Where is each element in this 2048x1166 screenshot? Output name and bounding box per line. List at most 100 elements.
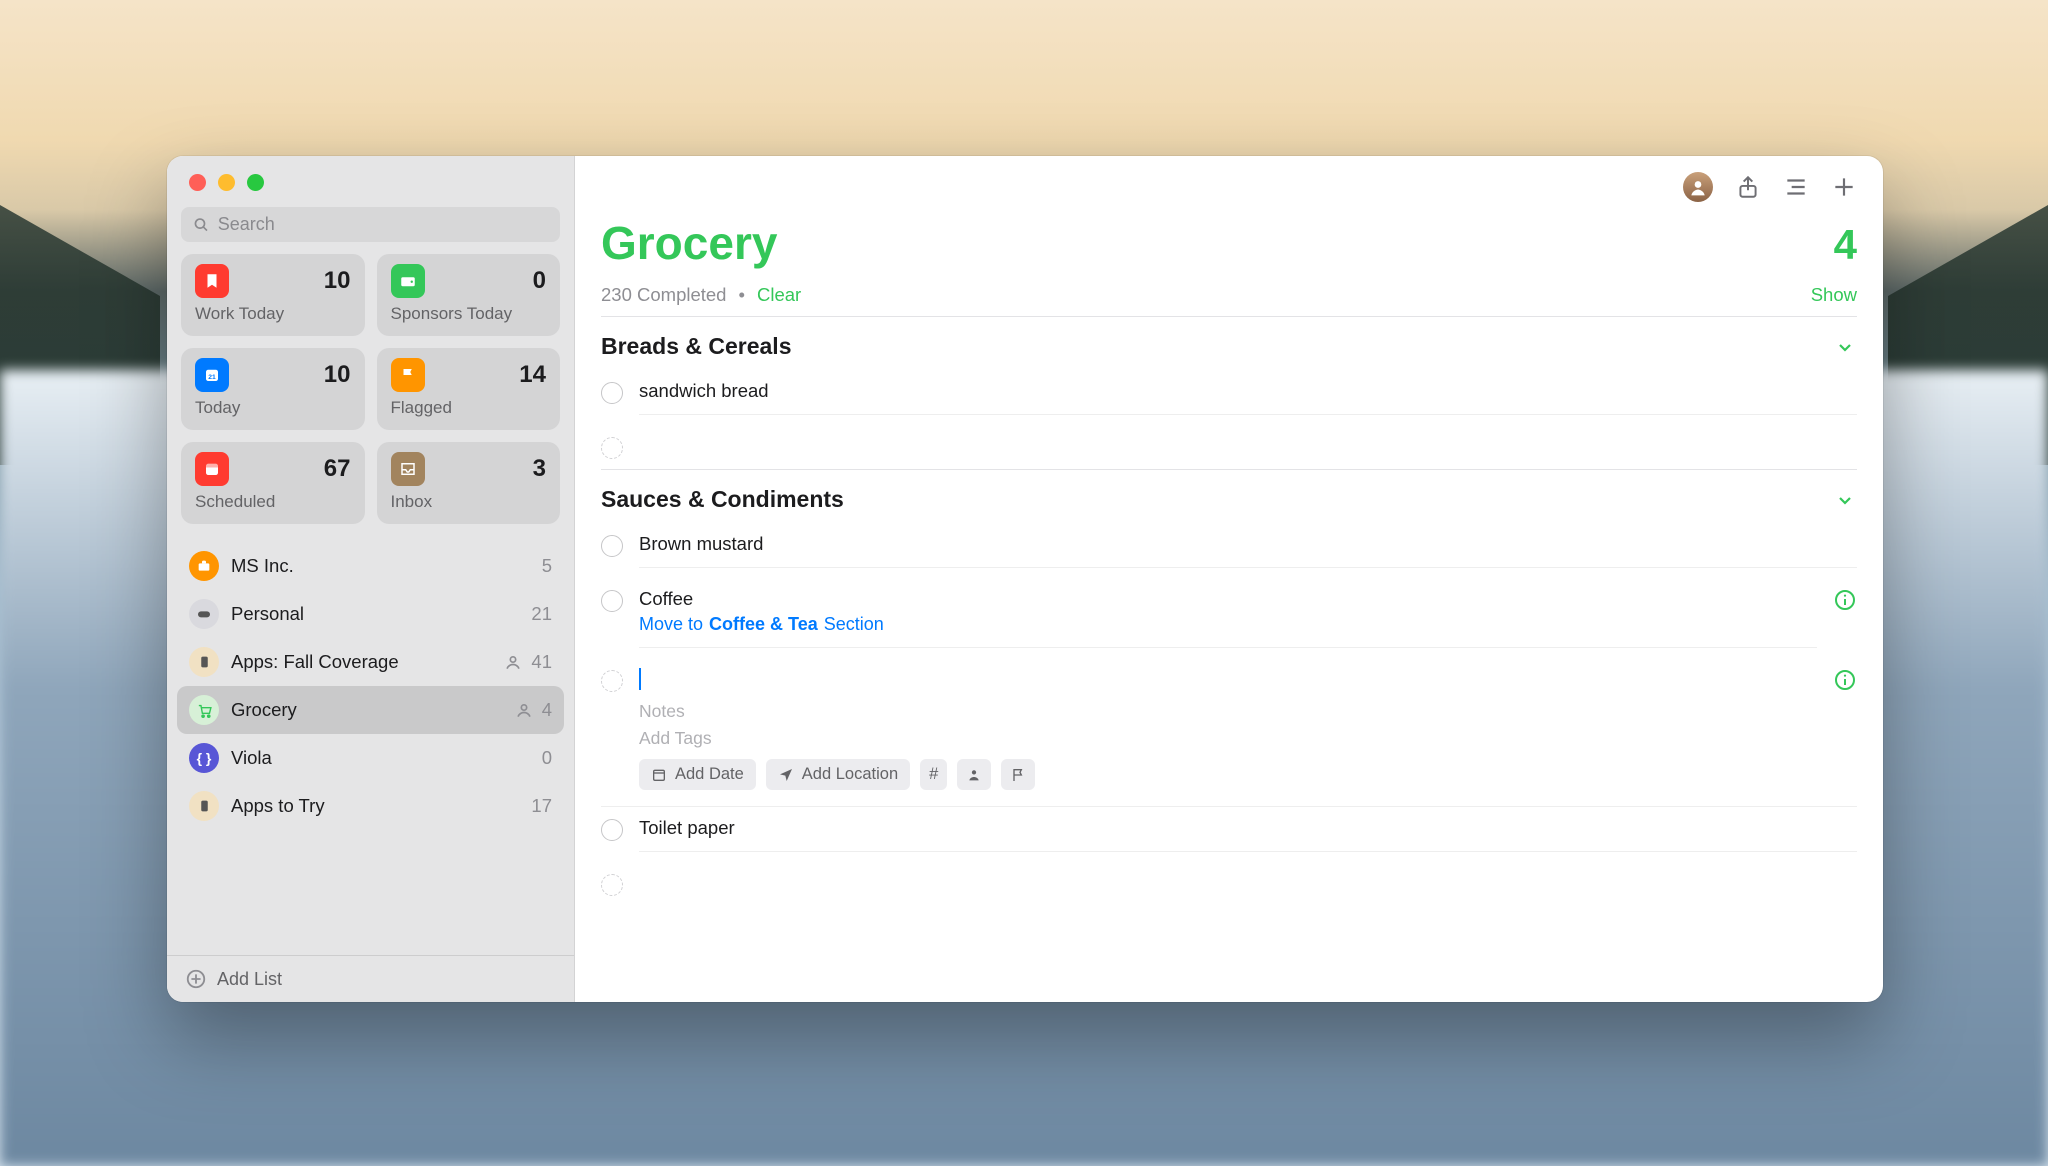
flag-button[interactable]	[1001, 759, 1035, 790]
add-date-button[interactable]: Add Date	[639, 759, 756, 790]
assign-button[interactable]	[957, 759, 991, 790]
sidebar-list-label: Grocery	[231, 699, 502, 721]
search-input[interactable]	[218, 214, 548, 235]
reminder-text: Brown mustard	[639, 533, 1857, 555]
suggestion-prefix: Move to	[639, 614, 703, 635]
add-list-button[interactable]: Add List	[167, 955, 574, 1002]
window-traffic-lights	[167, 156, 574, 201]
sidebar-list-count: 4	[542, 699, 552, 721]
sidebar-list-apps-fall[interactable]: Apps: Fall Coverage 41	[177, 638, 564, 686]
section-title: Sauces & Condiments	[601, 486, 844, 513]
phone-icon	[189, 791, 219, 821]
reminder-text: sandwich bread	[639, 380, 1857, 402]
smart-label: Inbox	[391, 492, 547, 512]
flag-icon	[1010, 767, 1026, 783]
clear-completed-button[interactable]: Clear	[757, 284, 801, 306]
reminder-tags-input[interactable]: Add Tags	[639, 728, 1817, 749]
braces-icon: { }	[189, 743, 219, 773]
sidebar-list-label: Apps to Try	[231, 795, 519, 817]
chevron-down-icon[interactable]	[1833, 335, 1857, 359]
show-completed-button[interactable]: Show	[1811, 284, 1857, 306]
collaborator-avatar[interactable]	[1683, 172, 1713, 202]
shared-icon	[503, 652, 523, 672]
reminder-text: Coffee	[639, 588, 1817, 610]
suggestion-suffix: Section	[824, 614, 884, 635]
reminder-text: Toilet paper	[639, 817, 1857, 839]
indent-icon[interactable]	[1783, 174, 1809, 200]
reminder-checkbox[interactable]	[601, 382, 623, 404]
sidebar-list-personal[interactable]: Personal 21	[177, 590, 564, 638]
section-sauces-condiments: Sauces & Condiments Brown mustard Coffee…	[601, 469, 1857, 906]
smart-card-scheduled[interactable]: 67 Scheduled	[181, 442, 365, 524]
svg-text:21: 21	[208, 374, 216, 381]
smart-count: 10	[324, 361, 351, 389]
add-tag-button[interactable]: #	[920, 759, 947, 790]
search-icon	[193, 216, 210, 234]
smart-card-work-today[interactable]: 10 Work Today	[181, 254, 365, 336]
reminder-checkbox[interactable]	[601, 535, 623, 557]
list-title: Grocery	[601, 216, 777, 270]
reminder-placeholder-row[interactable]	[601, 425, 1857, 469]
flag-icon	[391, 358, 425, 392]
sidebar-list-count: 41	[531, 651, 552, 673]
smart-count: 0	[533, 267, 546, 295]
smart-count: 3	[533, 455, 546, 483]
suggestion-target: Coffee & Tea	[709, 614, 818, 635]
separator-dot: •	[738, 284, 744, 306]
smart-lists-grid: 10 Work Today 0 Sponsors Today 21	[167, 254, 574, 536]
sidebar-list-grocery[interactable]: Grocery 4	[177, 686, 564, 734]
smart-label: Today	[195, 398, 351, 418]
reminder-row[interactable]: Toilet paper	[601, 807, 1857, 862]
sidebar-list-count: 21	[531, 603, 552, 625]
minimize-window-button[interactable]	[218, 174, 235, 191]
add-location-button[interactable]: Add Location	[766, 759, 910, 790]
reminder-placeholder-row[interactable]	[601, 862, 1857, 906]
smart-count: 14	[519, 361, 546, 389]
smart-count: 10	[324, 267, 351, 295]
smart-card-today[interactable]: 21 10 Today	[181, 348, 365, 430]
reminder-notes-input[interactable]: Notes	[639, 701, 1817, 722]
info-icon[interactable]	[1833, 588, 1857, 612]
add-list-label: Add List	[217, 969, 282, 990]
plus-circle-icon	[185, 968, 207, 990]
hash-icon: #	[929, 765, 938, 784]
section-breads-cereals: Breads & Cereals sandwich bread	[601, 316, 1857, 469]
sidebar-list-ms-inc[interactable]: MS Inc. 5	[177, 542, 564, 590]
info-icon[interactable]	[1833, 668, 1857, 692]
smart-card-flagged[interactable]: 14 Flagged	[377, 348, 561, 430]
smart-card-sponsors-today[interactable]: 0 Sponsors Today	[377, 254, 561, 336]
search-field[interactable]	[181, 207, 560, 242]
cart-icon	[189, 695, 219, 725]
calendar-today-icon: 21	[195, 358, 229, 392]
wallet-icon	[391, 264, 425, 298]
new-reminder-icon[interactable]	[1831, 174, 1857, 200]
section-move-suggestion[interactable]: Move to Coffee & Tea Section	[639, 614, 1817, 635]
reminder-checkbox[interactable]	[601, 590, 623, 612]
smart-label: Flagged	[391, 398, 547, 418]
chevron-down-icon[interactable]	[1833, 488, 1857, 512]
sidebar-list-label: MS Inc.	[231, 555, 530, 577]
fullscreen-window-button[interactable]	[247, 174, 264, 191]
smart-card-inbox[interactable]: 3 Inbox	[377, 442, 561, 524]
share-icon[interactable]	[1735, 174, 1761, 200]
toolbar	[575, 156, 1883, 208]
shared-icon	[514, 700, 534, 720]
briefcase-icon	[189, 551, 219, 581]
close-window-button[interactable]	[189, 174, 206, 191]
calendar-icon	[651, 767, 667, 783]
reminder-placeholder-checkbox[interactable]	[601, 437, 623, 459]
new-reminder-editor[interactable]: Notes Add Tags Add Date Add Location	[601, 658, 1857, 807]
reminder-title-input[interactable]	[639, 668, 645, 690]
location-icon	[778, 767, 794, 783]
sidebar-list-viola[interactable]: { } Viola 0	[177, 734, 564, 782]
reminder-placeholder-checkbox[interactable]	[601, 670, 623, 692]
list-count: 4	[1834, 221, 1857, 269]
section-title: Breads & Cereals	[601, 333, 792, 360]
reminder-checkbox[interactable]	[601, 819, 623, 841]
sidebar: 10 Work Today 0 Sponsors Today 21	[167, 156, 575, 1002]
reminder-placeholder-checkbox[interactable]	[601, 874, 623, 896]
reminder-row[interactable]: sandwich bread	[601, 370, 1857, 425]
reminder-row[interactable]: Brown mustard	[601, 523, 1857, 578]
sidebar-list-apps-try[interactable]: Apps to Try 17	[177, 782, 564, 830]
reminder-row[interactable]: Coffee Move to Coffee & Tea Section	[601, 578, 1857, 658]
